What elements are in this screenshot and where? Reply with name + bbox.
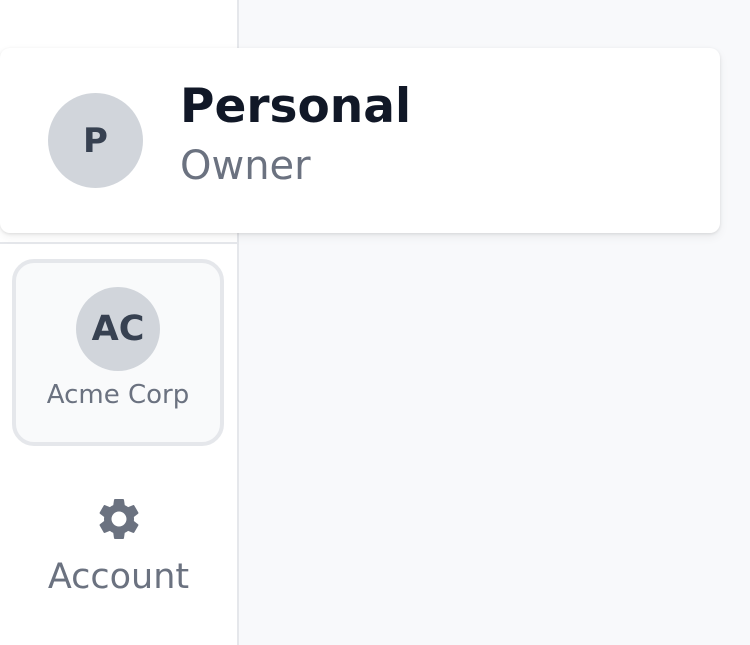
gear-icon [99,499,138,539]
personal-avatar: P [48,93,143,188]
workspace-avatar: AC [76,287,160,371]
account-button[interactable]: Account [0,494,237,598]
workspace-name: Acme Corp [46,380,190,410]
workspace-popover-personal[interactable]: P Personal Owner [0,48,720,233]
workspace-role: Owner [180,143,311,189]
account-label: Account [47,557,190,597]
workspace-title: Personal [180,79,412,134]
sidebar-divider [0,242,237,244]
workspace-item-acme-corp[interactable]: AC Acme Corp [12,259,224,446]
